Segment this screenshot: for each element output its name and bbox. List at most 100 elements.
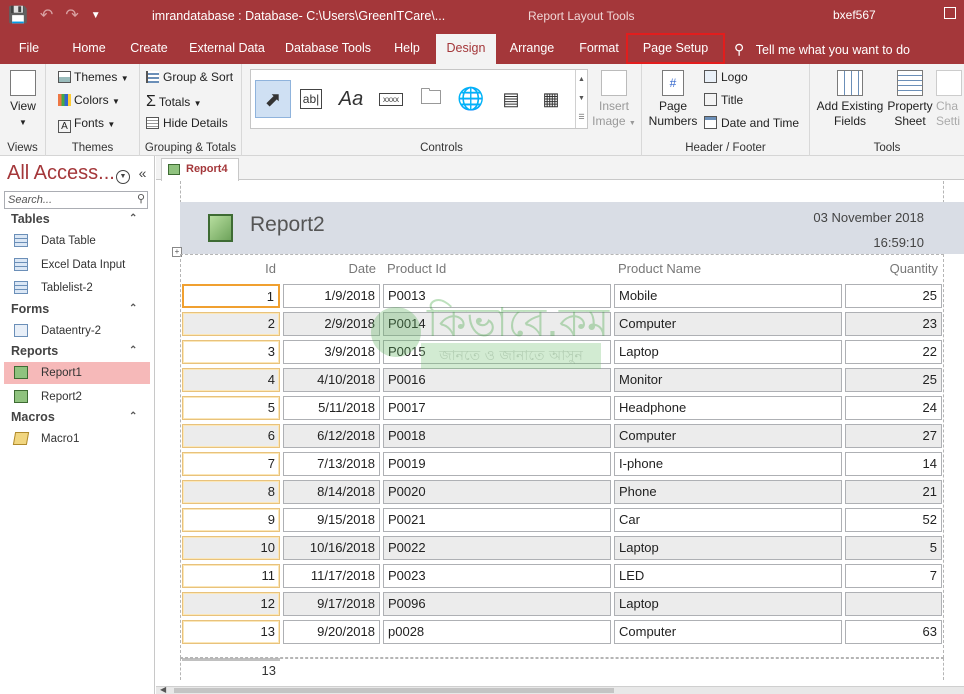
redo-icon[interactable]: ↷: [65, 7, 78, 25]
cell-product-id[interactable]: P0096: [383, 592, 611, 616]
cell-id[interactable]: 3: [182, 340, 280, 364]
cell-date[interactable]: 2/9/2018: [283, 312, 380, 336]
group-sort-button[interactable]: Group & Sort: [146, 70, 233, 84]
cell-quantity[interactable]: 25: [845, 284, 942, 308]
cell-product-name[interactable]: Computer: [614, 620, 842, 644]
cell-product-id[interactable]: P0019: [383, 452, 611, 476]
cell-product-id[interactable]: P0020: [383, 480, 611, 504]
tab-control-icon[interactable]: 🗀: [415, 84, 447, 114]
cell-id[interactable]: 8: [182, 480, 280, 504]
nav-title[interactable]: All Access...: [7, 162, 115, 185]
column-header-date[interactable]: Date: [282, 261, 376, 276]
cell-quantity[interactable]: 21: [845, 480, 942, 504]
cell-date[interactable]: 6/12/2018: [283, 424, 380, 448]
cell-id[interactable]: 4: [182, 368, 280, 392]
collapse-icon[interactable]: ⌃: [129, 303, 137, 314]
change-settings-button[interactable]: Cha Setti: [936, 70, 964, 129]
cell-date[interactable]: 1/9/2018: [283, 284, 380, 308]
user-name[interactable]: bxef567: [833, 8, 876, 22]
cell-quantity[interactable]: [845, 592, 942, 616]
label-control-icon[interactable]: Aa: [335, 84, 367, 114]
shutter-bar-icon[interactable]: «: [139, 165, 147, 181]
cell-product-name[interactable]: Computer: [614, 312, 842, 336]
cell-quantity[interactable]: 5: [845, 536, 942, 560]
date-time-button[interactable]: Date and Time: [704, 116, 799, 130]
cell-quantity[interactable]: 7: [845, 564, 942, 588]
nav-section-forms[interactable]: Forms ⌃: [11, 302, 137, 316]
doc-tab-report4[interactable]: Report4: [161, 158, 239, 181]
themes-button[interactable]: Themes ▼: [58, 70, 129, 84]
collapse-icon[interactable]: ⌃: [129, 345, 137, 356]
cell-product-id[interactable]: P0015: [383, 340, 611, 364]
nav-item-report1[interactable]: Report1: [4, 362, 150, 384]
cell-id[interactable]: 10: [182, 536, 280, 560]
cell-product-id[interactable]: P0016: [383, 368, 611, 392]
cell-product-name[interactable]: Monitor: [614, 368, 842, 392]
insert-image-button[interactable]: Insert Image ▼: [592, 70, 636, 131]
save-icon[interactable]: 💾: [8, 7, 28, 25]
cell-id[interactable]: 1: [182, 284, 280, 308]
maximize-icon[interactable]: [944, 7, 956, 19]
tab-external-data[interactable]: External Data: [186, 34, 268, 62]
cell-id[interactable]: 2: [182, 312, 280, 336]
cell-product-id[interactable]: P0014: [383, 312, 611, 336]
cell-product-id[interactable]: P0017: [383, 396, 611, 420]
fonts-button[interactable]: A Fonts ▼: [58, 116, 115, 133]
report-logo-icon[interactable]: [208, 214, 233, 242]
cell-date[interactable]: 9/20/2018: [283, 620, 380, 644]
cell-date[interactable]: 7/13/2018: [283, 452, 380, 476]
cell-quantity[interactable]: 52: [845, 508, 942, 532]
tab-file[interactable]: File: [8, 34, 50, 62]
cell-product-name[interactable]: I-phone: [614, 452, 842, 476]
tab-page-setup[interactable]: Page Setup: [626, 33, 725, 64]
nav-section-reports[interactable]: Reports ⌃: [11, 344, 137, 358]
cell-product-id[interactable]: P0021: [383, 508, 611, 532]
page-numbers-button[interactable]: # Page Numbers: [646, 70, 700, 129]
navigation-control-icon[interactable]: ▦: [535, 84, 567, 114]
undo-icon[interactable]: ↶: [40, 7, 53, 25]
tab-format[interactable]: Format: [572, 34, 626, 62]
cell-quantity[interactable]: 14: [845, 452, 942, 476]
cell-product-name[interactable]: LED: [614, 564, 842, 588]
cell-quantity[interactable]: 24: [845, 396, 942, 420]
scroll-left-icon[interactable]: ◀: [160, 685, 166, 694]
customize-toolbar-icon[interactable]: ▼: [91, 7, 101, 25]
cell-product-name[interactable]: Laptop: [614, 536, 842, 560]
hide-details-button[interactable]: Hide Details: [146, 116, 228, 130]
cell-id[interactable]: 6: [182, 424, 280, 448]
cell-id[interactable]: 13: [182, 620, 280, 644]
cell-product-id[interactable]: P0022: [383, 536, 611, 560]
property-sheet-button[interactable]: Property Sheet: [884, 70, 936, 129]
cell-quantity[interactable]: 27: [845, 424, 942, 448]
tab-create[interactable]: Create: [124, 34, 174, 62]
cell-id[interactable]: 5: [182, 396, 280, 420]
tab-design[interactable]: Design: [436, 34, 496, 64]
web-browser-control-icon[interactable]: ▤: [495, 84, 527, 114]
nav-item-macro1[interactable]: Macro1: [4, 428, 150, 450]
cell-quantity[interactable]: 63: [845, 620, 942, 644]
cell-product-name[interactable]: Laptop: [614, 340, 842, 364]
view-button[interactable]: View ▼: [6, 70, 40, 130]
cell-id[interactable]: 7: [182, 452, 280, 476]
column-header-quantity[interactable]: Quantity: [846, 261, 938, 276]
cell-date[interactable]: 10/16/2018: [283, 536, 380, 560]
report-date[interactable]: 03 November 2018: [813, 210, 924, 225]
nav-section-macros[interactable]: Macros ⌃: [11, 410, 137, 424]
cell-quantity[interactable]: 22: [845, 340, 942, 364]
cell-product-name[interactable]: Car: [614, 508, 842, 532]
tab-help[interactable]: Help: [386, 34, 428, 62]
tab-home[interactable]: Home: [64, 34, 114, 62]
nav-item-data-table[interactable]: Data Table: [4, 230, 150, 252]
cell-date[interactable]: 3/9/2018: [283, 340, 380, 364]
tell-me-search[interactable]: ⚲ Tell me what you want to do: [734, 41, 910, 58]
cell-date[interactable]: 8/14/2018: [283, 480, 380, 504]
cell-id[interactable]: 9: [182, 508, 280, 532]
button-control-icon[interactable]: xxxx: [375, 84, 407, 114]
gallery-scroll[interactable]: ▲ ▼ ☰: [575, 70, 587, 128]
tab-database-tools[interactable]: Database Tools: [282, 34, 374, 62]
search-icon[interactable]: ⚲: [137, 192, 145, 205]
totals-button[interactable]: Σ Totals ▼: [146, 93, 202, 111]
add-existing-fields-button[interactable]: Add Existing Fields: [814, 70, 886, 129]
cell-product-id[interactable]: p0028: [383, 620, 611, 644]
cell-product-name[interactable]: Mobile: [614, 284, 842, 308]
